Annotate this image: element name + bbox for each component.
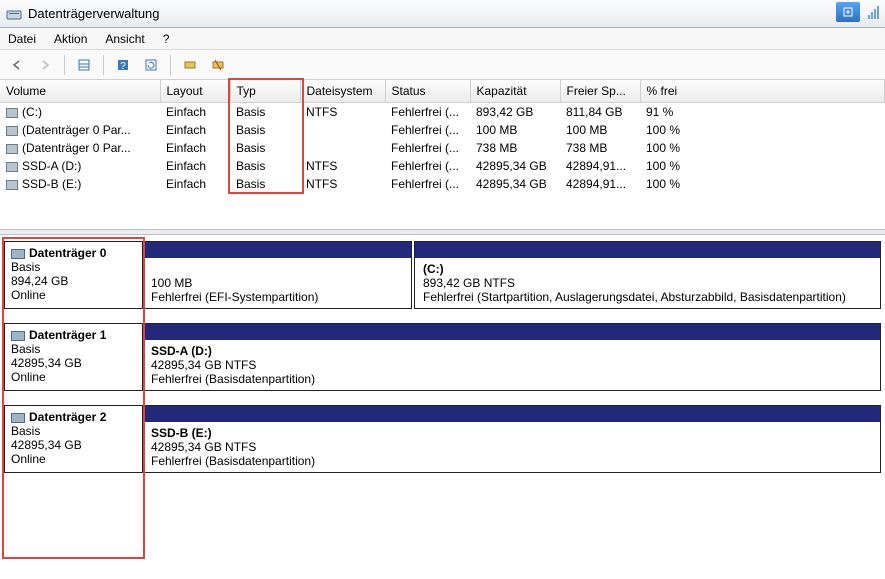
disk-meta[interactable]: Datenträger 0Basis894,24 GBOnline (4, 241, 142, 309)
disk-icon (11, 413, 25, 423)
table-row[interactable]: (Datenträger 0 Par...EinfachBasisFehlerf… (0, 139, 885, 157)
view-list-button[interactable] (73, 54, 95, 76)
menu-file[interactable]: Datei (8, 32, 36, 46)
disk-row: Datenträger 2Basis42895,34 GBOnlineSSD-B… (4, 405, 881, 473)
col-layout[interactable]: Layout (160, 80, 230, 103)
disk-meta[interactable]: Datenträger 2Basis42895,34 GBOnline (4, 405, 142, 473)
disk-meta[interactable]: Datenträger 1Basis42895,34 GBOnline (4, 323, 142, 391)
toolbar-separator (64, 55, 65, 75)
disk-icon (11, 331, 25, 341)
table-row[interactable]: (C:)EinfachBasisNTFSFehlerfrei (...893,4… (0, 103, 885, 122)
signal-icon (868, 6, 879, 19)
toolbar-separator (170, 55, 171, 75)
disk-partition[interactable]: (C:)893,42 GB NTFSFehlerfrei (Startparti… (414, 241, 881, 309)
partition-bar (143, 406, 880, 422)
app-icon (6, 6, 22, 22)
disk-layout-panel: Datenträger 0Basis894,24 GBOnline 100 MB… (0, 235, 885, 497)
volume-icon (6, 162, 18, 172)
toolbar-separator (103, 55, 104, 75)
menu-action[interactable]: Aktion (54, 32, 87, 46)
forward-button[interactable] (34, 54, 56, 76)
title-bar: Datenträgerverwaltung (0, 0, 885, 28)
back-button[interactable] (6, 54, 28, 76)
volume-table[interactable]: Volume Layout Typ Dateisystem Status Kap… (0, 80, 885, 193)
disk-row: Datenträger 1Basis42895,34 GBOnlineSSD-A… (4, 323, 881, 391)
menu-bar: Datei Aktion Ansicht ? (0, 28, 885, 50)
toolbar: ? (0, 50, 885, 80)
table-header-row: Volume Layout Typ Dateisystem Status Kap… (0, 80, 885, 103)
volume-icon (6, 144, 18, 154)
col-filesystem[interactable]: Dateisystem (300, 80, 385, 103)
col-percent[interactable]: % frei (640, 80, 885, 103)
partition-bar (143, 242, 411, 258)
refresh-button[interactable] (140, 54, 162, 76)
help-button[interactable]: ? (112, 54, 134, 76)
disk-row: Datenträger 0Basis894,24 GBOnline 100 MB… (4, 241, 881, 309)
table-row[interactable]: SSD-A (D:)EinfachBasisNTFSFehlerfrei (..… (0, 157, 885, 175)
col-free[interactable]: Freier Sp... (560, 80, 640, 103)
disk-partition[interactable]: SSD-A (D:)42895,34 GB NTFSFehlerfrei (Ba… (142, 323, 881, 391)
menu-view[interactable]: Ansicht (105, 32, 144, 46)
table-row[interactable]: SSD-B (E:)EinfachBasisNTFSFehlerfrei (..… (0, 175, 885, 193)
action2-button[interactable] (207, 54, 229, 76)
col-volume[interactable]: Volume (0, 80, 160, 103)
svg-text:?: ? (120, 61, 126, 72)
menu-help[interactable]: ? (163, 32, 170, 46)
action1-button[interactable] (179, 54, 201, 76)
volume-list-panel: Volume Layout Typ Dateisystem Status Kap… (0, 80, 885, 229)
disk-icon (11, 249, 25, 259)
col-capacity[interactable]: Kapazität (470, 80, 560, 103)
disk-partition[interactable]: SSD-B (E:)42895,34 GB NTFSFehlerfrei (Ba… (142, 405, 881, 473)
partition-bar (143, 324, 880, 340)
volume-icon (6, 180, 18, 190)
disk-partition[interactable]: 100 MBFehlerfrei (EFI-Systempartition) (142, 241, 412, 309)
volume-icon (6, 126, 18, 136)
col-type[interactable]: Typ (230, 80, 300, 103)
table-row[interactable]: (Datenträger 0 Par...EinfachBasisFehlerf… (0, 121, 885, 139)
col-status[interactable]: Status (385, 80, 470, 103)
partition-bar (415, 242, 880, 258)
window-title: Datenträgerverwaltung (28, 6, 160, 21)
unknown-sys-button[interactable] (836, 2, 860, 22)
volume-icon (6, 108, 18, 118)
